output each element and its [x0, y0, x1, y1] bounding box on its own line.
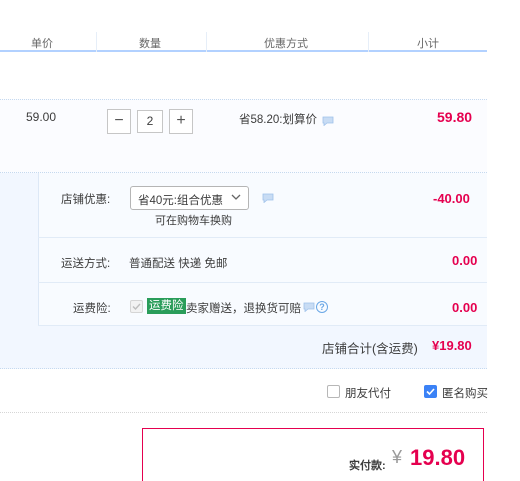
item-subtotal: 59.80 [437, 109, 473, 125]
shipping-method: 普通配送 快递 免邮 [129, 258, 228, 270]
shipping-amount: 0.00 [452, 253, 478, 268]
header-subtotal: 小计 [417, 38, 439, 50]
quantity-input[interactable]: 2 [137, 110, 163, 133]
insurance-amount: 0.00 [452, 300, 478, 315]
anonymous-label[interactable]: 匿名购买 [442, 385, 488, 401]
shop-promo-label: 店铺优惠: [61, 194, 111, 206]
chat-bubble-icon[interactable] [322, 116, 334, 126]
help-circle-icon[interactable]: ? [316, 301, 328, 313]
unit-price: 59.00 [26, 110, 57, 124]
quantity-stepper[interactable]: − 2 + [107, 109, 193, 134]
shipping-label: 运送方式: [61, 258, 111, 270]
order-table-header: 单价 数量 优惠方式 小计 [0, 30, 487, 52]
promo-select[interactable]: 省40元:组合优惠 [130, 186, 249, 210]
promo-select-value: 省40元:组合优惠 [138, 195, 223, 207]
friend-pay-checkbox[interactable] [327, 385, 340, 398]
chat-bubble-icon[interactable] [262, 193, 274, 203]
insurance-label: 运费险: [73, 303, 111, 315]
friend-pay-label[interactable]: 朋友代付 [345, 385, 391, 401]
checkmark-icon [132, 303, 141, 311]
discount-text: 省58.20:划算价 [239, 114, 317, 126]
promo-hint: 可在购物车换购 [155, 215, 232, 227]
shop-total-value: ¥19.80 [432, 338, 472, 353]
payment-label: 实付款: [349, 460, 386, 472]
header-divider [206, 32, 207, 52]
decrease-button[interactable]: − [107, 109, 131, 134]
header-discount: 优惠方式 [264, 38, 308, 50]
insurance-badge: 运费险 [147, 298, 186, 314]
promo-amount: -40.00 [433, 191, 470, 206]
chevron-down-icon [231, 194, 241, 200]
anonymous-checkbox[interactable] [424, 385, 437, 398]
chat-bubble-icon[interactable] [303, 302, 315, 312]
row-divider [38, 325, 487, 326]
options-divider [0, 412, 487, 413]
shop-total-label: 店铺合计(含运费) [322, 342, 418, 356]
header-price: 单价 [31, 38, 53, 50]
header-divider [96, 32, 97, 52]
checkmark-icon [426, 388, 435, 396]
payment-currency: ¥ [392, 447, 403, 467]
payment-amount: 19.80 [410, 445, 466, 470]
increase-button[interactable]: + [169, 109, 193, 134]
row-divider [38, 282, 487, 283]
insurance-checkbox[interactable] [130, 300, 143, 313]
header-divider [368, 32, 369, 52]
row-divider [38, 237, 487, 238]
header-quantity: 数量 [139, 38, 161, 50]
insurance-description: 卖家赠送，退换货可赔 [186, 303, 301, 315]
